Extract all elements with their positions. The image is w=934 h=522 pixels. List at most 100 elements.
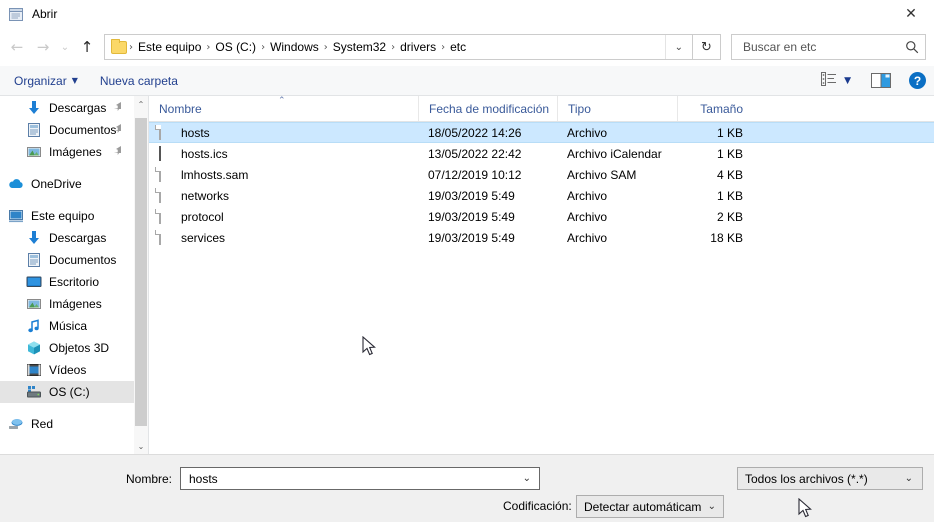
sidebar-item-im-genes[interactable]: Imágenes bbox=[0, 293, 134, 315]
table-row[interactable]: hosts.ics 13/05/2022 22:42 Archivo iCalend… bbox=[149, 143, 934, 164]
back-icon[interactable]: ← bbox=[4, 34, 30, 60]
breadcrumb-separator: › bbox=[129, 41, 133, 53]
sidebar-item-este-equipo[interactable]: Este equipo bbox=[0, 205, 134, 227]
breadcrumb-item-windows[interactable]: Windows bbox=[267, 40, 322, 54]
scroll-down-icon[interactable]: ⌄ bbox=[134, 438, 148, 454]
sidebar-item-label: Este equipo bbox=[31, 209, 95, 223]
sidebar-item-label: OS (C:) bbox=[49, 385, 90, 399]
notepad-icon bbox=[8, 6, 25, 23]
column-header-tamano[interactable]: Tamaño bbox=[677, 96, 757, 121]
file-type-cell: Archivo bbox=[567, 125, 608, 140]
chevron-down-icon[interactable]: ⌄ bbox=[515, 473, 539, 484]
help-icon[interactable]: ? bbox=[909, 72, 926, 89]
sidebar-item-label: Documentos bbox=[49, 123, 117, 137]
sidebar-item-descargas[interactable]: Descargas bbox=[0, 227, 134, 249]
search-icon[interactable] bbox=[905, 40, 919, 54]
sidebar-item-documentos[interactable]: Documentos bbox=[0, 119, 134, 141]
navigation-bar: ← → ⌄ ↑ › Este equipo › OS (C:) › Window… bbox=[0, 28, 934, 66]
table-row[interactable]: hosts 18/05/2022 14:26 Archivo 1 KB bbox=[149, 122, 934, 143]
file-modified-cell: 19/03/2019 5:49 bbox=[428, 230, 515, 245]
view-options-button[interactable]: ▼ bbox=[821, 72, 851, 89]
music-note-icon bbox=[26, 318, 42, 334]
breadcrumb-item-este-equipo[interactable]: Este equipo bbox=[135, 40, 204, 54]
sidebar-item-label: Escritorio bbox=[49, 275, 100, 289]
up-icon[interactable]: ↑ bbox=[74, 34, 100, 60]
sidebar-item-objetos-3d[interactable]: Objetos 3D bbox=[0, 337, 134, 359]
chevron-down-icon: ▼ bbox=[844, 75, 851, 86]
sidebar-item-red[interactable]: Red bbox=[0, 413, 134, 435]
column-header-fecha[interactable]: Fecha de modificación bbox=[418, 96, 557, 121]
navigation-pane: Descargas Documentos Imágenes OneDrive Este … bbox=[0, 96, 148, 454]
organize-button[interactable]: Organizar ▼ bbox=[14, 74, 78, 88]
file-name-label: hosts.ics bbox=[181, 146, 228, 161]
filename-combobox[interactable]: ⌄ bbox=[180, 467, 540, 490]
encoding-value: Detectar automáticamen bbox=[584, 499, 701, 514]
breadcrumb-item-drivers[interactable]: drivers bbox=[397, 40, 439, 54]
scrollbar-thumb[interactable] bbox=[135, 118, 147, 426]
file-name-cell: protocol bbox=[149, 208, 418, 225]
sidebar-item-descargas[interactable]: Descargas bbox=[0, 97, 134, 119]
file-name-label: hosts bbox=[181, 125, 210, 140]
title-bar: Abrir ✕ bbox=[0, 0, 934, 28]
file-icon bbox=[159, 229, 172, 246]
network-icon bbox=[8, 416, 24, 432]
filename-row: Nombre: ⌄ Todos los archivos (*.*) ⌄ bbox=[0, 467, 934, 491]
file-name-label: services bbox=[181, 230, 226, 245]
sidebar-item-v-deos[interactable]: Vídeos bbox=[0, 359, 134, 381]
file-list-pane: Nombre Fecha de modificación Tipo Tamaño… bbox=[149, 96, 934, 454]
file-modified-cell: 19/03/2019 5:49 bbox=[428, 188, 515, 203]
table-row[interactable]: networks 19/03/2019 5:49 Archivo 1 KB bbox=[149, 185, 934, 206]
sidebar-item-documentos[interactable]: Documentos bbox=[0, 249, 134, 271]
column-header-tipo[interactable]: Tipo bbox=[557, 96, 677, 121]
chevron-down-icon[interactable]: ⌄ bbox=[701, 501, 723, 512]
file-name-label: networks bbox=[181, 188, 230, 203]
sidebar-scrollbar[interactable]: ⌃ ⌄ bbox=[134, 96, 148, 454]
file-size-cell: 1 KB bbox=[716, 125, 743, 140]
sidebar-item-im-genes[interactable]: Imágenes bbox=[0, 141, 134, 163]
pin-icon[interactable] bbox=[110, 99, 128, 117]
file-type-cell: Archivo SAM bbox=[567, 167, 637, 182]
sidebar-item-escritorio[interactable]: Escritorio bbox=[0, 271, 134, 293]
sidebar-item-label: Música bbox=[49, 319, 88, 333]
pictures-icon bbox=[26, 144, 42, 160]
sidebar-item-os-c[interactable]: OS (C:) bbox=[0, 381, 134, 403]
breadcrumb-item-etc[interactable]: etc bbox=[447, 40, 469, 54]
file-type-cell: Archivo bbox=[567, 209, 608, 224]
sidebar-item-label: Objetos 3D bbox=[49, 341, 110, 355]
recent-locations-icon[interactable]: ⌄ bbox=[56, 34, 74, 60]
preview-pane-button[interactable] bbox=[871, 73, 891, 88]
address-bar[interactable]: › Este equipo › OS (C:) › Windows › Syst… bbox=[104, 34, 693, 60]
search-input[interactable] bbox=[741, 39, 905, 55]
close-icon[interactable]: ✕ bbox=[888, 0, 934, 28]
refresh-icon[interactable]: ↻ bbox=[693, 34, 721, 60]
file-name-cell: hosts.ics bbox=[149, 145, 418, 162]
new-folder-button[interactable]: Nueva carpeta bbox=[100, 74, 178, 88]
table-row[interactable]: protocol 19/03/2019 5:49 Archivo 2 KB bbox=[149, 206, 934, 227]
pin-icon[interactable] bbox=[110, 143, 128, 161]
file-type-filter-combobox[interactable]: Todos los archivos (*.*) ⌄ bbox=[737, 467, 923, 490]
sidebar-item-label: Descargas bbox=[49, 231, 107, 245]
encoding-combobox[interactable]: Detectar automáticamen ⌄ bbox=[576, 495, 724, 518]
file-name-cell: hosts bbox=[149, 124, 418, 141]
chevron-down-icon[interactable]: ⌄ bbox=[664, 35, 692, 59]
chevron-down-icon[interactable]: ⌄ bbox=[896, 473, 922, 484]
forward-icon[interactable]: → bbox=[30, 34, 56, 60]
search-box[interactable] bbox=[731, 34, 926, 60]
scroll-up-icon[interactable]: ⌃ bbox=[134, 96, 148, 112]
breadcrumb-item-system32[interactable]: System32 bbox=[330, 40, 389, 54]
breadcrumb-item-os-c[interactable]: OS (C:) bbox=[212, 40, 259, 54]
table-row[interactable]: services 19/03/2019 5:49 Archivo 18 KB bbox=[149, 227, 934, 248]
table-row[interactable]: lmhosts.sam 07/12/2019 10:12 Archivo SAM 4 … bbox=[149, 164, 934, 185]
view-list-icon bbox=[821, 72, 837, 89]
sidebar-item-label: Imágenes bbox=[49, 297, 102, 311]
onedrive-cloud-icon bbox=[8, 176, 24, 192]
sidebar-item-onedrive[interactable]: OneDrive bbox=[0, 173, 134, 195]
filename-input[interactable] bbox=[187, 470, 515, 487]
breadcrumb-separator: › bbox=[323, 41, 328, 53]
command-bar-right: ▼ ? bbox=[821, 72, 926, 89]
sidebar-item-m-sica[interactable]: Música bbox=[0, 315, 134, 337]
preview-pane-icon bbox=[871, 73, 891, 88]
videos-icon bbox=[26, 362, 42, 378]
